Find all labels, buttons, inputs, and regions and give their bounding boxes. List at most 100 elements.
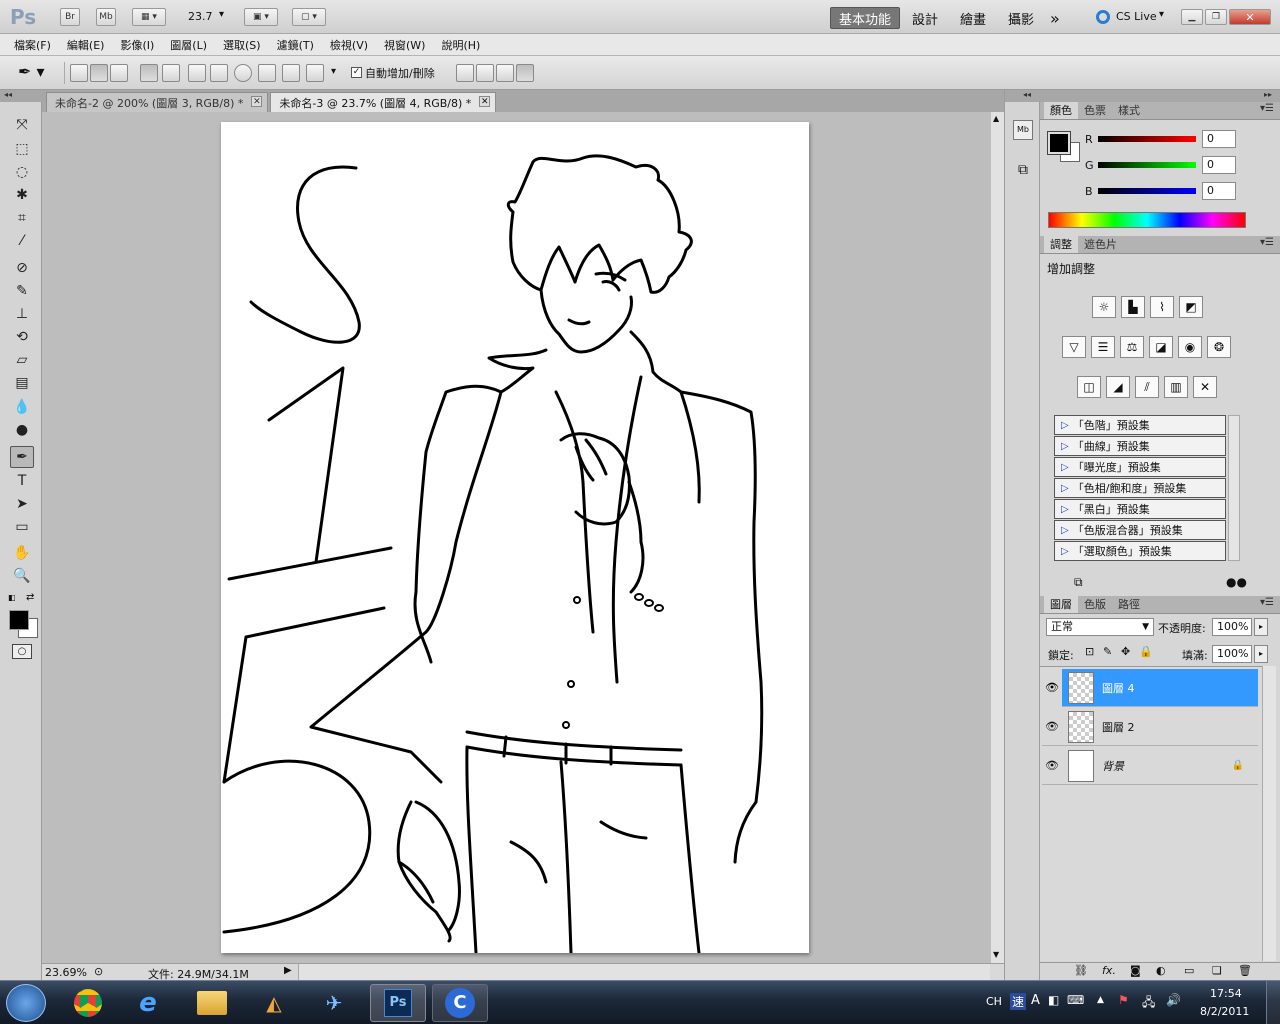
layer-row-background[interactable]: 👁 背景 🔒 bbox=[1042, 747, 1258, 785]
layer-row-4[interactable]: 👁 圖層 4 bbox=[1042, 668, 1258, 707]
menu-help[interactable]: 說明(H) bbox=[433, 37, 488, 53]
bridge-button[interactable]: Br bbox=[60, 8, 80, 26]
tab-untitled-2[interactable]: 未命名-2 @ 200% (圖層 3, RGB/8) * ✕ bbox=[46, 92, 269, 112]
quick-selection-tool-icon[interactable]: ✱ bbox=[10, 184, 34, 206]
link-layers-icon[interactable]: ⛓ bbox=[1074, 964, 1088, 977]
history-brush-tool-icon[interactable]: ⟲ bbox=[10, 326, 34, 348]
vertical-scrollbar[interactable]: ▲ ▼ bbox=[990, 112, 1004, 963]
layer-row-2[interactable]: 👁 圖層 2 bbox=[1042, 708, 1258, 746]
preset-channel-mixer[interactable]: ▷ 「色版混合器」預設集 bbox=[1054, 520, 1226, 540]
shape-options-chevron-down-icon[interactable]: ▾ bbox=[331, 66, 336, 77]
blur-tool-icon[interactable]: 💧 bbox=[10, 396, 34, 418]
opacity-arrow-icon[interactable]: ▸ bbox=[1254, 618, 1268, 636]
tab-paths[interactable]: 路徑 bbox=[1112, 596, 1146, 613]
new-group-icon[interactable]: ▭ bbox=[1184, 964, 1194, 977]
dodge-tool-icon[interactable]: ● bbox=[10, 419, 34, 441]
fill-arrow-icon[interactable]: ▸ bbox=[1254, 645, 1268, 663]
ellipse-icon[interactable] bbox=[234, 64, 252, 82]
move-tool-icon[interactable]: ⤧ bbox=[10, 114, 34, 136]
language-indicator[interactable]: CH bbox=[986, 995, 1002, 1008]
fill-pixels-mode-icon[interactable] bbox=[110, 64, 128, 82]
status-clock-icon[interactable]: ⊙ bbox=[94, 965, 103, 978]
brightness-contrast-icon[interactable]: ☼ bbox=[1092, 296, 1116, 318]
lock-transparent-icon[interactable]: ⊡ bbox=[1085, 645, 1094, 658]
ime-a-icon[interactable]: A bbox=[1031, 993, 1040, 1008]
r-slider[interactable] bbox=[1098, 136, 1196, 142]
layer-style-fx-icon[interactable]: fx. bbox=[1102, 964, 1116, 977]
cs-live-icon[interactable] bbox=[1096, 10, 1110, 24]
minimize-button[interactable]: ▁ bbox=[1181, 9, 1203, 25]
messenger-taskbar-icon[interactable]: ✈ bbox=[306, 984, 362, 1022]
exposure-icon[interactable]: ◩ bbox=[1179, 296, 1203, 318]
layer-name[interactable]: 圖層 4 bbox=[1102, 680, 1135, 696]
zoom-tool-icon[interactable]: 🔍 bbox=[10, 565, 34, 587]
horizontal-scrollbar[interactable] bbox=[298, 964, 990, 980]
intersect-path-icon[interactable] bbox=[496, 64, 514, 82]
opacity-field[interactable]: 100% bbox=[1212, 618, 1252, 636]
selective-color-icon[interactable]: ✕ bbox=[1193, 376, 1217, 398]
network-icon[interactable]: 🖧 bbox=[1142, 993, 1155, 1014]
show-desktop-button[interactable] bbox=[1266, 981, 1280, 1024]
tab-layers[interactable]: 圖層 bbox=[1044, 596, 1078, 613]
panel-menu-icon[interactable]: ▾☰ bbox=[1260, 103, 1274, 114]
ime-fullwidth-icon[interactable]: ◧ bbox=[1048, 993, 1059, 1007]
workspace-essentials[interactable]: 基本功能 bbox=[830, 7, 901, 29]
tab-untitled-3[interactable]: 未命名-3 @ 23.7% (圖層 4, RGB/8) * ✕ bbox=[270, 92, 497, 112]
lock-image-icon[interactable]: ✎ bbox=[1103, 645, 1112, 658]
healing-brush-tool-icon[interactable]: ⊘ bbox=[10, 257, 34, 279]
add-mask-icon[interactable]: ◙ bbox=[1130, 964, 1141, 977]
hue-saturation-icon[interactable]: ☰ bbox=[1091, 336, 1115, 358]
clock-date[interactable]: 8/2/2011 bbox=[1200, 1005, 1249, 1018]
crop-tool-icon[interactable]: ⌗ bbox=[10, 207, 34, 229]
visibility-eye-icon[interactable]: 👁 bbox=[1042, 668, 1062, 707]
panel-foreground-color[interactable] bbox=[1047, 131, 1071, 155]
cs-live-label[interactable]: CS Live bbox=[1116, 10, 1157, 23]
menu-edit[interactable]: 編輯(E) bbox=[59, 37, 113, 53]
view-extras-button[interactable]: ▦ ▾ bbox=[132, 8, 166, 26]
paths-mode-icon[interactable] bbox=[90, 64, 108, 82]
preset-selective-color[interactable]: ▷ 「選取顏色」預設集 bbox=[1054, 541, 1226, 561]
new-adjustment-icon[interactable]: ◐ bbox=[1156, 964, 1166, 977]
internet-explorer-taskbar-icon[interactable]: e bbox=[120, 984, 176, 1022]
workspace-photography[interactable]: 攝影 bbox=[1000, 7, 1042, 29]
black-white-icon[interactable]: ◪ bbox=[1149, 336, 1173, 358]
lock-all-icon[interactable]: 🔒 bbox=[1139, 645, 1153, 658]
clone-stamp-tool-icon[interactable]: ⊥ bbox=[10, 303, 34, 325]
eyedropper-tool-icon[interactable]: ⁄ bbox=[10, 230, 34, 252]
color-spectrum-bar[interactable] bbox=[1048, 212, 1246, 228]
subtract-path-icon[interactable] bbox=[476, 64, 494, 82]
menu-view[interactable]: 檢視(V) bbox=[322, 37, 376, 53]
polygon-icon[interactable] bbox=[258, 64, 276, 82]
threshold-icon[interactable]: ⫽ bbox=[1135, 376, 1159, 398]
panel-menu-icon[interactable]: ▾☰ bbox=[1260, 597, 1274, 608]
status-menu-arrow-icon[interactable]: ▶ bbox=[284, 965, 292, 976]
screen-mode-button[interactable]: ▢ ▾ bbox=[292, 8, 326, 26]
gradient-map-icon[interactable]: ▥ bbox=[1164, 376, 1188, 398]
eraser-tool-icon[interactable]: ▱ bbox=[10, 349, 34, 371]
tab-styles[interactable]: 樣式 bbox=[1112, 102, 1146, 119]
preset-curves[interactable]: ▷ 「曲線」預設集 bbox=[1054, 436, 1226, 456]
ime-options-icon[interactable]: ⌨ bbox=[1067, 993, 1084, 1007]
marquee-tool-icon[interactable]: ⬚ bbox=[10, 138, 34, 160]
presets-scrollbar[interactable] bbox=[1228, 415, 1240, 561]
close-icon[interactable]: ✕ bbox=[251, 96, 263, 107]
photo-filter-icon[interactable]: ◉ bbox=[1178, 336, 1202, 358]
fill-field[interactable]: 100% bbox=[1212, 645, 1252, 663]
hand-tool-icon[interactable]: ✋ bbox=[10, 542, 34, 564]
menu-filter[interactable]: 濾鏡(T) bbox=[269, 37, 322, 53]
document-canvas[interactable] bbox=[221, 122, 809, 955]
exclude-path-icon[interactable] bbox=[516, 64, 534, 82]
arrange-documents-button[interactable]: ▣ ▾ bbox=[244, 8, 278, 26]
tab-adjustments[interactable]: 調整 bbox=[1044, 236, 1078, 253]
type-tool-icon[interactable]: T bbox=[10, 470, 34, 492]
levels-icon[interactable]: ▙ bbox=[1121, 296, 1145, 318]
menu-select[interactable]: 選取(S) bbox=[215, 37, 269, 53]
minibridge-button[interactable]: Mb bbox=[96, 8, 116, 26]
adjustment-options-icon[interactable]: ●● bbox=[1226, 575, 1247, 589]
tab-color[interactable]: 顏色 bbox=[1044, 102, 1078, 119]
curves-icon[interactable]: ⌇ bbox=[1150, 296, 1174, 318]
auto-add-delete-checkbox[interactable]: ✓ bbox=[351, 67, 362, 78]
volume-icon[interactable]: 🔊 bbox=[1166, 993, 1181, 1007]
start-button-icon[interactable] bbox=[6, 984, 46, 1022]
line-icon[interactable] bbox=[282, 64, 300, 82]
